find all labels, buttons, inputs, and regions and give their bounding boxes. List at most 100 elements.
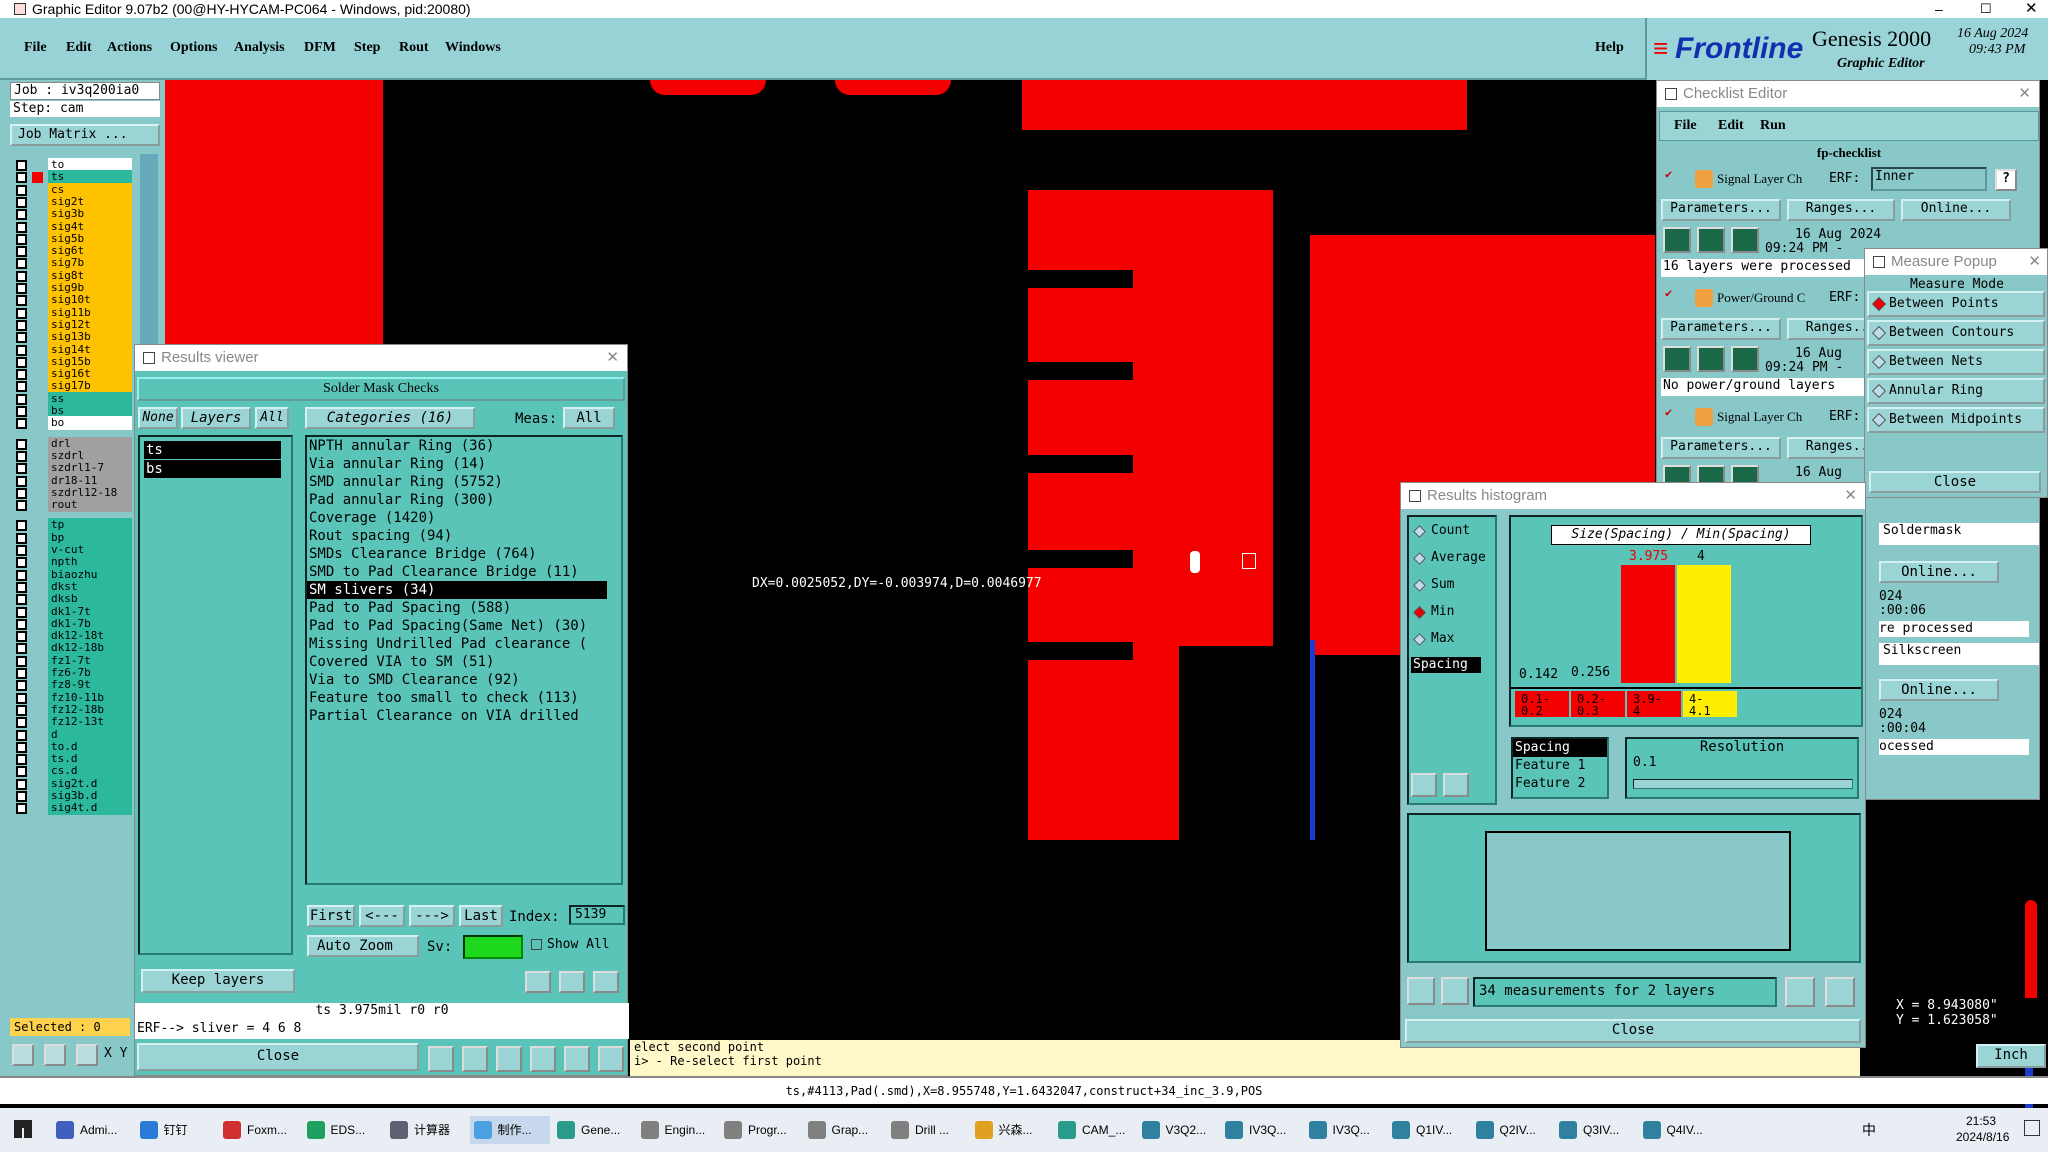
- checklist-close-icon[interactable]: ✕: [2018, 81, 2031, 107]
- tool-icon-4[interactable]: [530, 1046, 556, 1072]
- check-enabled-icon[interactable]: ✔: [1665, 405, 1672, 419]
- layer-row[interactable]: bo: [10, 416, 132, 431]
- measure-close-button[interactable]: Close: [1869, 471, 2041, 493]
- taskbar-item[interactable]: Foxm...: [219, 1116, 299, 1144]
- auto-zoom-select[interactable]: Auto Zoom: [307, 935, 419, 957]
- bin-2[interactable]: 0.2- 0.3: [1571, 691, 1625, 717]
- measure-mode-option[interactable]: Between Midpoints: [1867, 407, 2045, 433]
- menu-file[interactable]: File: [24, 40, 47, 56]
- field-list[interactable]: Spacing Feature 1 Feature 2: [1511, 737, 1609, 799]
- maximize-icon[interactable]: ☐: [1980, 0, 1992, 18]
- taskbar-item[interactable]: Admi...: [52, 1116, 132, 1144]
- tool-measure-icon[interactable]: [44, 1044, 66, 1066]
- step-icon[interactable]: [1697, 227, 1725, 253]
- category-item[interactable]: Pad to Pad Spacing(Same Net) (30): [307, 617, 607, 635]
- layers-all-button[interactable]: All: [255, 407, 289, 429]
- aggregate-radio[interactable]: Sum: [1413, 577, 1454, 592]
- taskbar-item[interactable]: Q4IV...: [1639, 1116, 1719, 1144]
- menu-actions[interactable]: Actions: [107, 40, 152, 56]
- close-icon[interactable]: ✕: [2025, 0, 2038, 18]
- category-item[interactable]: SMD annular Ring (5752): [307, 473, 607, 491]
- taskbar-item[interactable]: Progr...: [720, 1116, 800, 1144]
- windows-start-icon[interactable]: [14, 1120, 32, 1138]
- category-item[interactable]: Via annular Ring (14): [307, 455, 607, 473]
- results-viewer-close-icon[interactable]: ✕: [606, 345, 619, 371]
- delete-icon[interactable]: [525, 971, 551, 993]
- taskbar-item[interactable]: Engin...: [637, 1116, 717, 1144]
- run-icon[interactable]: [1663, 346, 1691, 372]
- tool-icon-5[interactable]: [564, 1046, 590, 1072]
- tool-icon-6[interactable]: [598, 1046, 624, 1072]
- check-enabled-icon[interactable]: ✔: [1665, 286, 1672, 300]
- menu-dfm[interactable]: DFM: [304, 40, 336, 56]
- keep-layers-select[interactable]: Keep layers: [141, 969, 295, 993]
- tool-icon-1[interactable]: [428, 1046, 454, 1072]
- units-select[interactable]: Inch: [1976, 1044, 2046, 1068]
- aggregate-radio[interactable]: Max: [1413, 631, 1454, 646]
- field-feature-1[interactable]: Feature 1: [1513, 757, 1607, 775]
- layer-checkbox[interactable]: [16, 418, 27, 430]
- category-item[interactable]: Pad to Pad Spacing (588): [307, 599, 607, 617]
- refresh-icon[interactable]: [559, 971, 585, 993]
- category-item[interactable]: Rout spacing (94): [307, 527, 607, 545]
- help-icon[interactable]: ?: [1995, 169, 2017, 191]
- aggregate-radio[interactable]: Average: [1413, 550, 1486, 565]
- bin-4[interactable]: 4- 4.1: [1683, 691, 1737, 717]
- category-item[interactable]: SM slivers (34): [307, 581, 607, 599]
- category-item[interactable]: Covered VIA to SM (51): [307, 653, 607, 671]
- taskbar-item[interactable]: IV3Q...: [1221, 1116, 1301, 1144]
- bin-1[interactable]: 0.1- 0.2: [1515, 691, 1569, 717]
- taskbar-item[interactable]: 兴森...: [971, 1116, 1051, 1144]
- bin-3[interactable]: 3.9- 4: [1627, 691, 1681, 717]
- taskbar-item[interactable]: Q2IV...: [1472, 1116, 1552, 1144]
- next-button[interactable]: --->: [409, 905, 455, 927]
- layers-button[interactable]: Layers: [181, 407, 251, 429]
- first-button[interactable]: First: [307, 905, 355, 927]
- aggregate-radio[interactable]: Min: [1413, 604, 1454, 619]
- checklist-menu-run[interactable]: Run: [1760, 118, 1786, 134]
- parameters-button[interactable]: Parameters...: [1661, 437, 1781, 459]
- online-button-5[interactable]: Online...: [1879, 679, 1999, 701]
- spacing-item[interactable]: Spacing: [1411, 657, 1481, 673]
- job-matrix-button[interactable]: Job Matrix ...: [10, 124, 160, 146]
- layer-checkbox[interactable]: [16, 803, 27, 815]
- run-icon[interactable]: [1663, 227, 1691, 253]
- taskbar-item[interactable]: 制作...: [469, 1116, 550, 1144]
- histogram-ref-icon[interactable]: [1441, 977, 1469, 1005]
- minimize-icon[interactable]: –: [1935, 0, 1943, 18]
- sv-color-select[interactable]: [463, 935, 523, 959]
- taskbar-item[interactable]: Gene...: [553, 1116, 633, 1144]
- field-spacing[interactable]: Spacing: [1513, 739, 1607, 757]
- menu-analysis[interactable]: Analysis: [234, 40, 285, 56]
- layers-none-button[interactable]: None: [138, 407, 178, 429]
- xy-toggle[interactable]: X Y: [104, 1046, 127, 1061]
- menu-edit[interactable]: Edit: [66, 40, 92, 56]
- field-feature-2[interactable]: Feature 2: [1513, 775, 1607, 793]
- tool-grid-icon[interactable]: [76, 1044, 98, 1066]
- tool-icon-2[interactable]: [462, 1046, 488, 1072]
- tool-icon-3[interactable]: [496, 1046, 522, 1072]
- undo-icon[interactable]: [593, 971, 619, 993]
- taskbar-item[interactable]: EDS...: [303, 1116, 383, 1144]
- category-item[interactable]: Feature too small to check (113): [307, 689, 607, 707]
- category-item[interactable]: NPTH annular Ring (36): [307, 437, 607, 455]
- taskbar-item[interactable]: Q1IV...: [1388, 1116, 1468, 1144]
- histogram-del-icon[interactable]: [1407, 977, 1435, 1005]
- erf-field[interactable]: Inner: [1871, 167, 1987, 191]
- measure-mode-option[interactable]: Between Contours: [1867, 320, 2045, 346]
- taskbar-item[interactable]: CAM_...: [1054, 1116, 1134, 1144]
- step-icon[interactable]: [1697, 346, 1725, 372]
- category-item[interactable]: SMDs Clearance Bridge (764): [307, 545, 607, 563]
- stop-icon[interactable]: [1731, 346, 1759, 372]
- stop-icon[interactable]: [1731, 227, 1759, 253]
- categories-button[interactable]: Categories (16): [305, 407, 475, 429]
- meas-select[interactable]: All: [563, 407, 615, 429]
- histogram-zoom-icon[interactable]: [1785, 977, 1815, 1007]
- measure-mode-option[interactable]: Annular Ring: [1867, 378, 2045, 404]
- checklist-menu-edit[interactable]: Edit: [1718, 118, 1744, 134]
- histogram-chart-icon[interactable]: [1825, 977, 1855, 1007]
- histogram-close-icon[interactable]: ✕: [1844, 483, 1857, 509]
- result-layer-ts[interactable]: ts: [144, 441, 281, 459]
- results-viewer-close-button[interactable]: Close: [137, 1043, 419, 1071]
- category-item[interactable]: Coverage (1420): [307, 509, 607, 527]
